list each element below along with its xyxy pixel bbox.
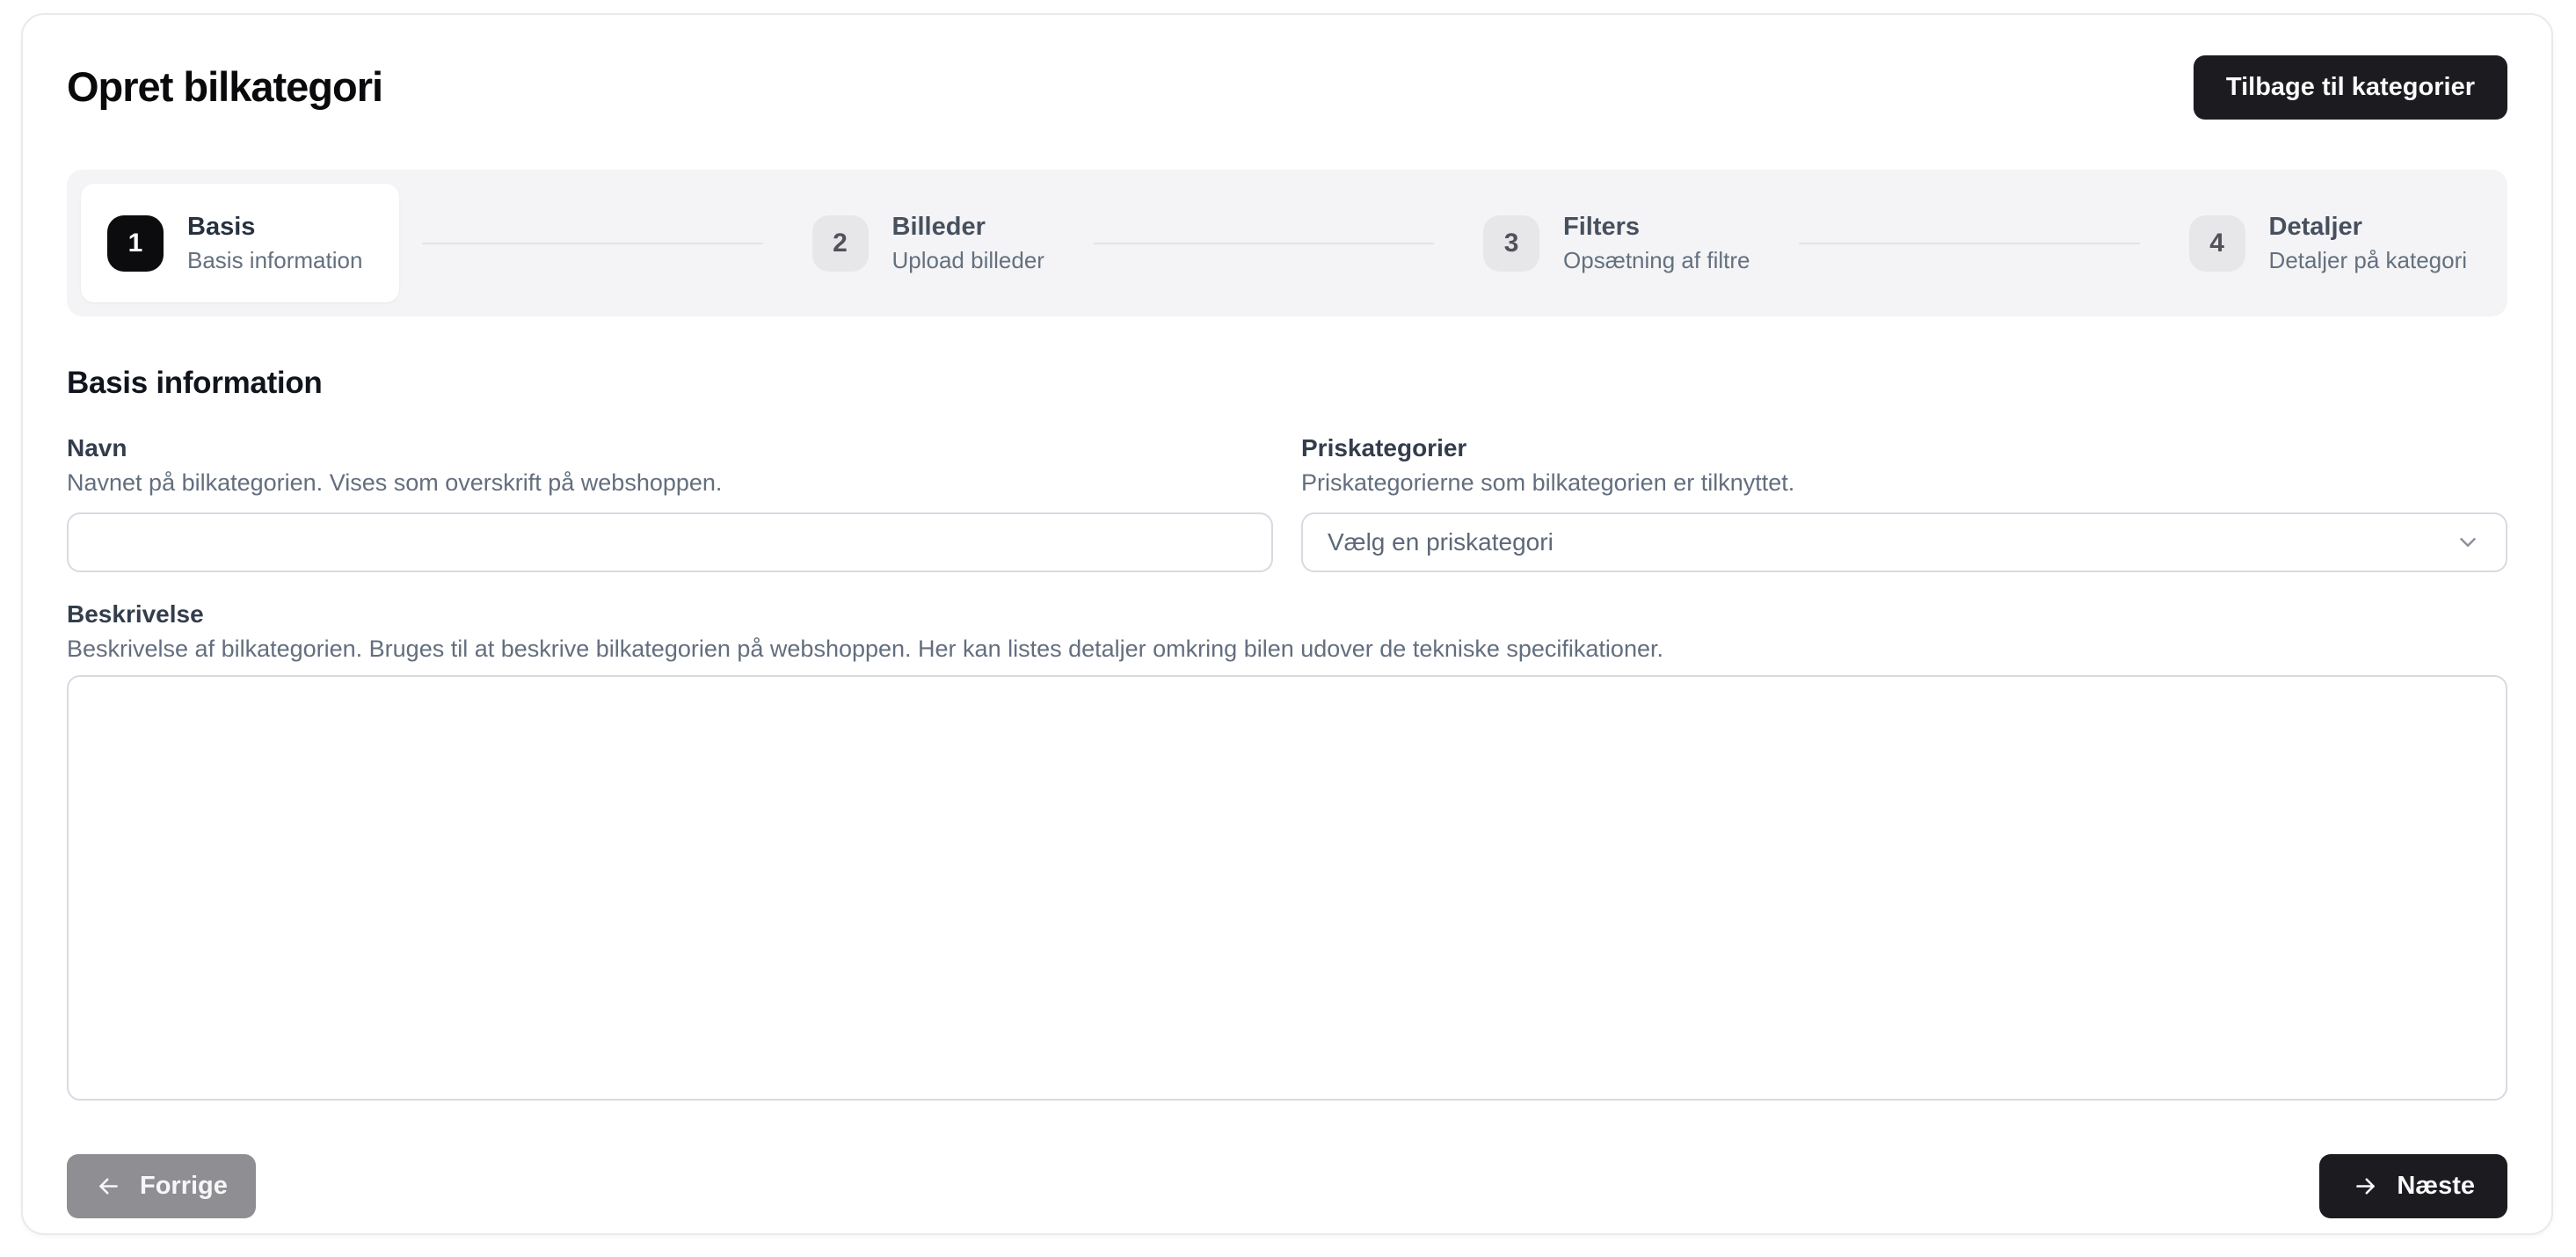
step-detaljer-number-badge: 4	[2189, 215, 2245, 272]
step-detaljer-subtitle: Detaljer på kategori	[2269, 248, 2467, 273]
step-detaljer[interactable]: 4 Detaljer Detaljer på kategori	[2163, 184, 2493, 302]
step-connector	[1094, 243, 1434, 244]
basis-form-grid: Navn Navnet på bilkategorien. Vises som …	[67, 432, 2507, 572]
arrow-right-icon	[2352, 1173, 2379, 1200]
name-field-group: Navn Navnet på bilkategorien. Vises som …	[67, 432, 1273, 572]
description-field-group: Beskrivelse Beskrivelse af bilkategorien…	[67, 599, 2507, 1105]
step-filters-subtitle: Opsætning af filtre	[1563, 248, 1750, 273]
step-billeder-title: Billeder	[892, 214, 1044, 242]
step-billeder-number-badge: 2	[812, 215, 869, 272]
previous-button[interactable]: Forrige	[67, 1154, 256, 1218]
step-billeder[interactable]: 2 Billeder Upload billeder	[786, 184, 1071, 302]
name-input[interactable]	[67, 512, 1273, 572]
back-to-categories-label: Tilbage til kategorier	[2226, 73, 2475, 102]
next-button-label: Næste	[2397, 1172, 2475, 1201]
description-field-description: Beskrivelse af bilkategorien. Bruges til…	[67, 634, 2507, 665]
wizard-footer: Forrige Næste	[67, 1154, 2507, 1218]
step-basis-number-badge: 1	[107, 215, 164, 272]
price-category-select[interactable]: Vælg en priskategori	[1301, 512, 2507, 572]
step-connector	[422, 243, 762, 244]
description-field-label: Beskrivelse	[67, 599, 2507, 629]
name-field-description: Navnet på bilkategorien. Vises som overs…	[67, 468, 1273, 498]
previous-button-label: Forrige	[140, 1172, 228, 1201]
step-filters[interactable]: 3 Filters Opsætning af filtre	[1457, 184, 1776, 302]
page-title: Opret bilkategori	[67, 63, 382, 111]
section-heading: Basis information	[67, 366, 2507, 401]
next-button[interactable]: Næste	[2319, 1154, 2507, 1218]
step-billeder-subtitle: Upload billeder	[892, 248, 1044, 273]
step-basis-title: Basis	[187, 214, 362, 242]
step-connector	[1799, 243, 2139, 244]
back-to-categories-button[interactable]: Tilbage til kategorier	[2194, 55, 2507, 120]
step-billeder-texts: Billeder Upload billeder	[892, 214, 1044, 272]
chevron-down-icon	[2455, 529, 2481, 556]
name-field-label: Navn	[67, 432, 1273, 463]
create-car-category-card: Opret bilkategori Tilbage til kategorier…	[21, 13, 2553, 1235]
price-category-select-value: Vælg en priskategori	[1328, 528, 1554, 556]
step-detaljer-title: Detaljer	[2269, 214, 2467, 242]
step-filters-title: Filters	[1563, 214, 1750, 242]
step-basis-texts: Basis Basis information	[187, 214, 362, 272]
price-categories-field-group: Priskategorier Priskategorierne som bilk…	[1301, 432, 2507, 572]
price-categories-field-label: Priskategorier	[1301, 432, 2507, 463]
step-filters-number-badge: 3	[1483, 215, 1539, 272]
arrow-left-icon	[95, 1173, 122, 1200]
page-header: Opret bilkategori Tilbage til kategorier	[67, 55, 2507, 120]
price-categories-field-description: Priskategorierne som bilkategorien er ti…	[1301, 468, 2507, 498]
step-basis[interactable]: 1 Basis Basis information	[81, 184, 399, 302]
step-basis-subtitle: Basis information	[187, 248, 362, 273]
step-filters-texts: Filters Opsætning af filtre	[1563, 214, 1750, 272]
step-detaljer-texts: Detaljer Detaljer på kategori	[2269, 214, 2467, 272]
wizard-stepper: 1 Basis Basis information 2 Billeder Upl…	[67, 170, 2507, 316]
description-textarea[interactable]	[67, 675, 2507, 1101]
